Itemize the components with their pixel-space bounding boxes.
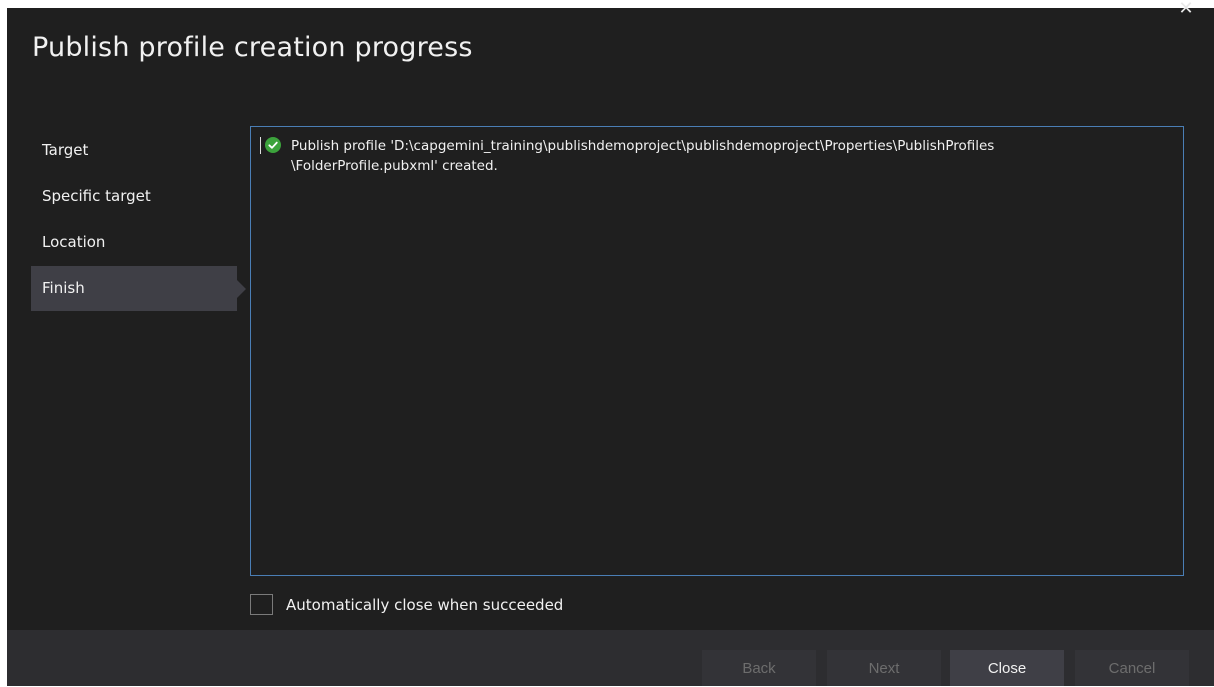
nav-item-target[interactable]: Target	[31, 128, 237, 173]
cancel-button[interactable]: Cancel	[1075, 650, 1189, 686]
nav-item-location[interactable]: Location	[31, 220, 237, 265]
log-entry: Publish profile 'D:\capgemini_training\p…	[265, 136, 1181, 176]
success-check-icon	[265, 137, 281, 153]
publish-progress-dialog: ✕ Publish profile creation progress Targ…	[7, 0, 1214, 686]
wizard-steps-nav: Target Specific target Location Finish	[31, 128, 246, 312]
close-button[interactable]: Close	[950, 650, 1064, 686]
auto-close-label: Automatically close when succeeded	[286, 595, 564, 614]
log-entry-text: Publish profile 'D:\capgemini_training\p…	[291, 138, 995, 174]
next-button[interactable]: Next	[827, 650, 941, 686]
nav-item-finish[interactable]: Finish	[31, 266, 246, 311]
nav-item-specific-target[interactable]: Specific target	[31, 174, 237, 219]
progress-log-panel[interactable]: Publish profile 'D:\capgemini_training\p…	[250, 126, 1184, 576]
auto-close-checkbox[interactable]	[250, 594, 273, 615]
dialog-footer: Back Next Close Cancel	[7, 630, 1214, 686]
close-icon[interactable]: ✕	[1178, 0, 1194, 18]
auto-close-option[interactable]: Automatically close when succeeded	[250, 594, 563, 615]
text-caret	[260, 137, 261, 154]
back-button[interactable]: Back	[702, 650, 816, 686]
dialog-title: Publish profile creation progress	[32, 32, 473, 63]
